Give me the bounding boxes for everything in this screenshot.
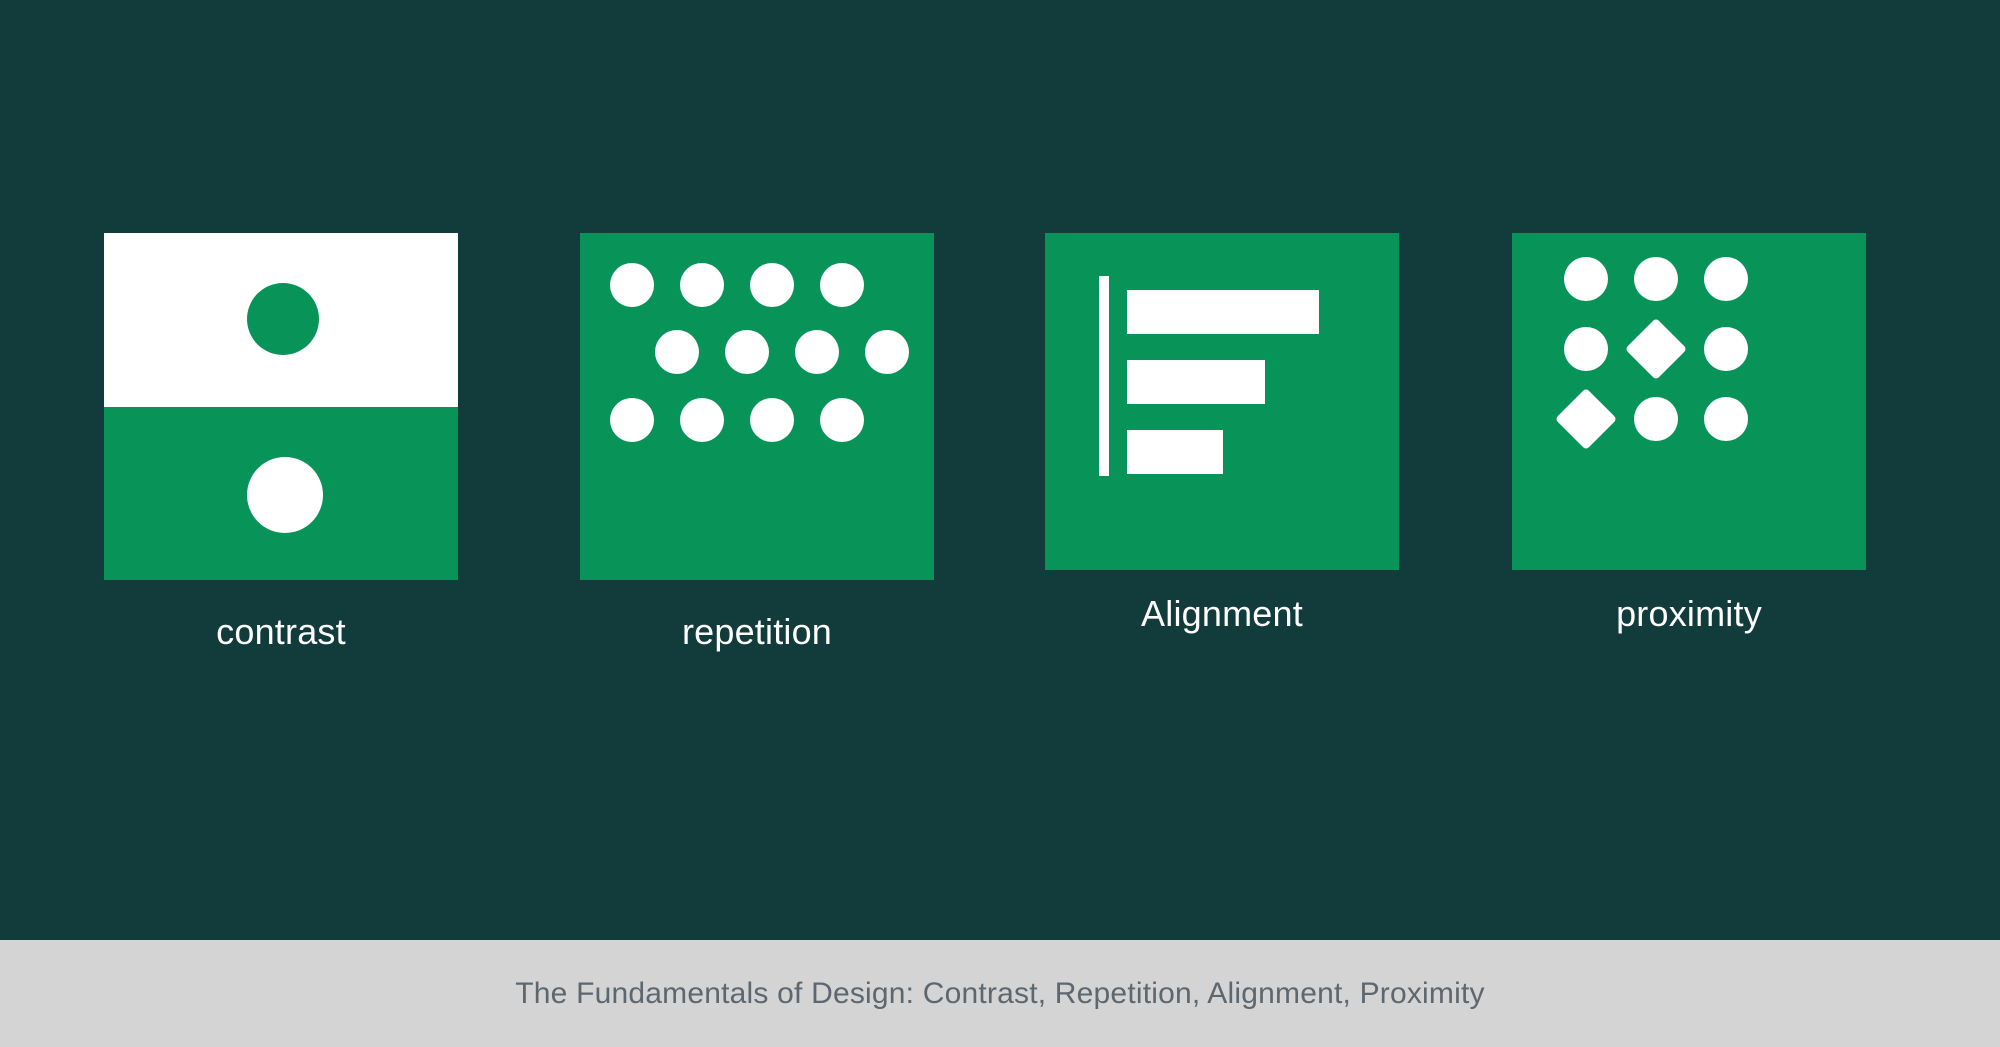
panel-label-contrast: contrast <box>216 611 346 652</box>
repetition-dot <box>725 330 769 374</box>
panel-label-alignment: Alignment <box>1141 593 1303 634</box>
proximity-circle <box>1704 397 1748 441</box>
proximity-diamond <box>1624 317 1688 381</box>
proximity-circle <box>1564 257 1608 301</box>
repetition-dot <box>610 398 654 442</box>
repetition-dot <box>680 263 724 307</box>
principle-panel-proximity[interactable]: proximity <box>1512 233 1866 634</box>
caption-text: The Fundamentals of Design: Contrast, Re… <box>515 976 1485 1010</box>
alignment-bar <box>1127 430 1223 474</box>
principle-panel-repetition[interactable]: repetition <box>580 233 934 652</box>
principle-panel-alignment[interactable]: Alignment <box>1045 233 1399 634</box>
proximity-circle <box>1634 257 1678 301</box>
repetition-dot <box>865 330 909 374</box>
repetition-dot <box>655 330 699 374</box>
principles-panel-row: contrast repetition Alignment proximity <box>0 233 2000 653</box>
repetition-dot <box>680 398 724 442</box>
alignment-vertical-rule <box>1099 276 1109 476</box>
principle-panel-contrast[interactable]: contrast <box>104 233 458 652</box>
repetition-dot <box>610 263 654 307</box>
slide-canvas: contrast repetition Alignment proximity … <box>0 0 2000 1047</box>
repetition-dot <box>820 398 864 442</box>
repetition-dot <box>795 330 839 374</box>
proximity-circle <box>1634 397 1678 441</box>
alignment-left-bars-icon <box>1045 233 1399 570</box>
proximity-circle <box>1704 257 1748 301</box>
repetition-dot <box>750 263 794 307</box>
contrast-white-circle <box>247 457 323 533</box>
alignment-bar <box>1127 290 1319 334</box>
repetition-dot <box>820 263 864 307</box>
contrast-green-circle <box>247 283 319 355</box>
proximity-circle <box>1564 327 1608 371</box>
repetition-dot-grid-icon <box>580 233 934 580</box>
proximity-diamond <box>1554 387 1618 451</box>
caption-bar: The Fundamentals of Design: Contrast, Re… <box>0 940 2000 1047</box>
panel-label-proximity: proximity <box>1616 593 1762 634</box>
proximity-shape-grid-icon <box>1512 233 1866 570</box>
contrast-split-circles-icon <box>104 233 458 580</box>
proximity-circle <box>1704 327 1748 371</box>
alignment-bar <box>1127 360 1265 404</box>
panel-label-repetition: repetition <box>681 611 833 652</box>
repetition-dot <box>750 398 794 442</box>
